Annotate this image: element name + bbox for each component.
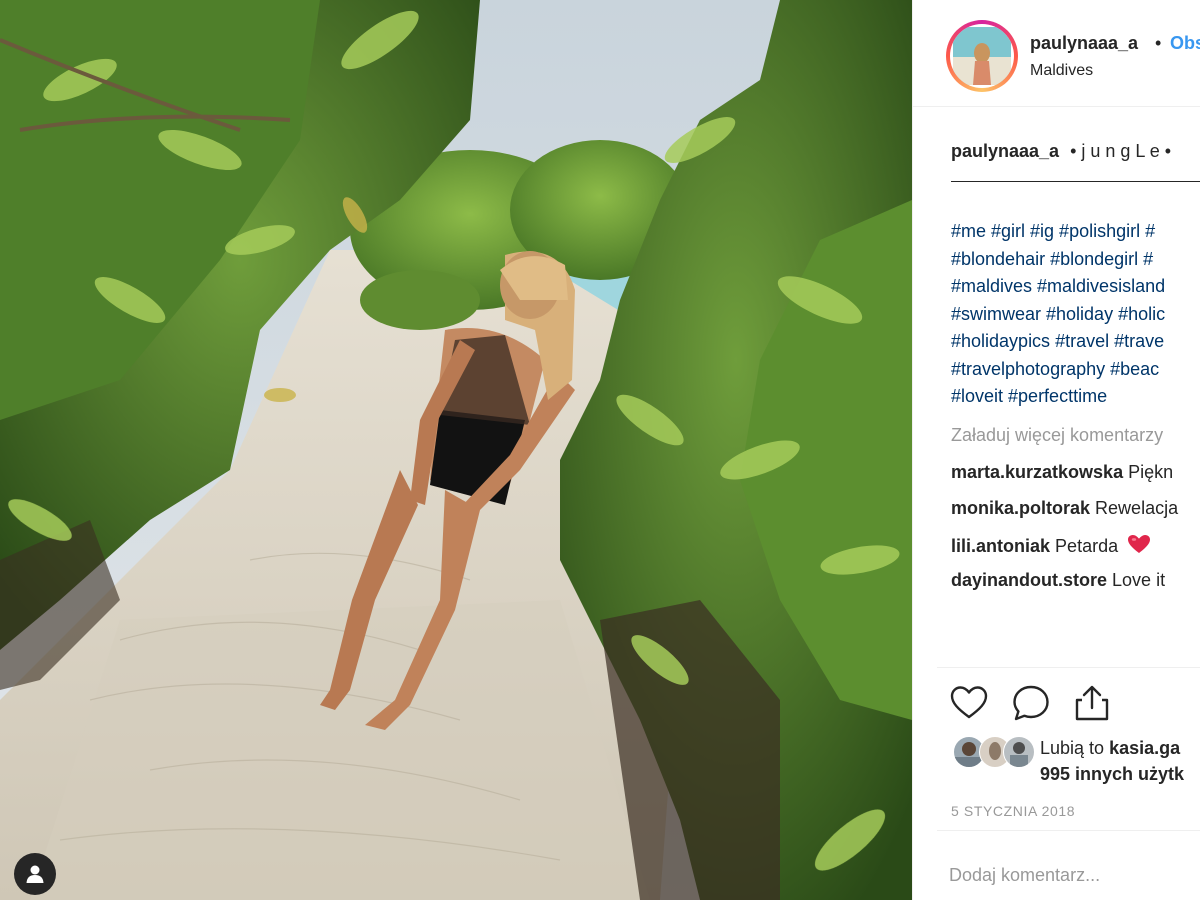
hashtag-line[interactable]: #blondehair #blondegirl # [951, 246, 1200, 274]
comment-box-divider [937, 830, 1200, 831]
post-photo[interactable] [0, 0, 912, 900]
post-side-panel: paulynaaa_a • Obs Maldives paulynaaa_a •… [912, 0, 1200, 900]
post-caption: paulynaaa_a • j u n g L e • [951, 138, 1200, 165]
likes-prefix: Lubią to [1040, 738, 1105, 758]
likes-summary: Lubią to kasia.ga [1040, 738, 1180, 759]
hashtag-line[interactable]: #me #girl #ig #polishgirl # [951, 218, 1200, 246]
header-separator: • [1155, 33, 1162, 53]
post-date[interactable]: 5 STYCZNIA 2018 [951, 803, 1075, 819]
first-liker-username[interactable]: kasia.ga [1109, 738, 1180, 758]
comment-list: marta.kurzatkowska Piękn monika.poltorak… [951, 462, 1200, 606]
location-link[interactable]: Maldives [1030, 62, 1093, 80]
comment-text: Petarda [1055, 536, 1119, 556]
comment-username[interactable]: marta.kurzatkowska [951, 462, 1123, 482]
hashtag-line[interactable]: #travelphotography #beac [951, 356, 1200, 384]
red-heart-emoji-icon [1128, 535, 1151, 553]
liker-avatars[interactable] [953, 736, 1035, 768]
add-comment-input[interactable] [949, 858, 1200, 892]
photo-scene [0, 0, 912, 900]
comment-text: Rewelacja [1095, 498, 1179, 518]
hashtag-line[interactable]: #holidaypics #travel #trave [951, 328, 1200, 356]
hashtag-line[interactable]: #loveit #perfecttime [951, 383, 1200, 411]
comment-username[interactable]: lili.antoniak [951, 536, 1050, 556]
caption-username[interactable]: paulynaaa_a [951, 141, 1059, 161]
post-header: paulynaaa_a • Obs Maldives [913, 0, 1200, 107]
caption-text: • j u n g L e • [1070, 141, 1172, 161]
liker-avatar [1003, 736, 1035, 768]
comment-username[interactable]: monika.poltorak [951, 498, 1090, 518]
author-avatar[interactable] [950, 24, 1014, 88]
comment-item: marta.kurzatkowska Piękn [951, 462, 1200, 498]
hashtag-line[interactable]: #swimwear #holiday #holic [951, 301, 1200, 329]
speech-bubble-icon[interactable] [1012, 684, 1050, 722]
hashtag-list: #me #girl #ig #polishgirl # #blondehair … [951, 218, 1200, 411]
likes-others-link[interactable]: 995 innych użytk [1040, 764, 1184, 785]
caption-divider [951, 181, 1200, 182]
heart-outline-icon[interactable] [950, 684, 988, 722]
hashtag-line[interactable]: #maldives #maldivesisland [951, 273, 1200, 301]
share-upload-icon[interactable] [1073, 684, 1111, 722]
load-more-comments-button[interactable]: Załaduj więcej komentarzy [951, 425, 1163, 446]
comment-text: Love it [1112, 570, 1166, 590]
comment-item: lili.antoniak Petarda [951, 534, 1200, 570]
actions-divider [937, 667, 1200, 668]
tag-user-button[interactable] [14, 853, 56, 895]
comment-username[interactable]: dayinandout.store [951, 570, 1107, 590]
story-ring[interactable] [946, 20, 1018, 92]
follow-button[interactable]: Obs [1170, 33, 1200, 54]
comment-item: monika.poltorak Rewelacja [951, 498, 1200, 534]
comment-item: dayinandout.store Love it [951, 570, 1200, 606]
user-silhouette-icon [26, 865, 44, 883]
comment-text: Piękn [1128, 462, 1174, 482]
author-username[interactable]: paulynaaa_a [1030, 33, 1138, 54]
